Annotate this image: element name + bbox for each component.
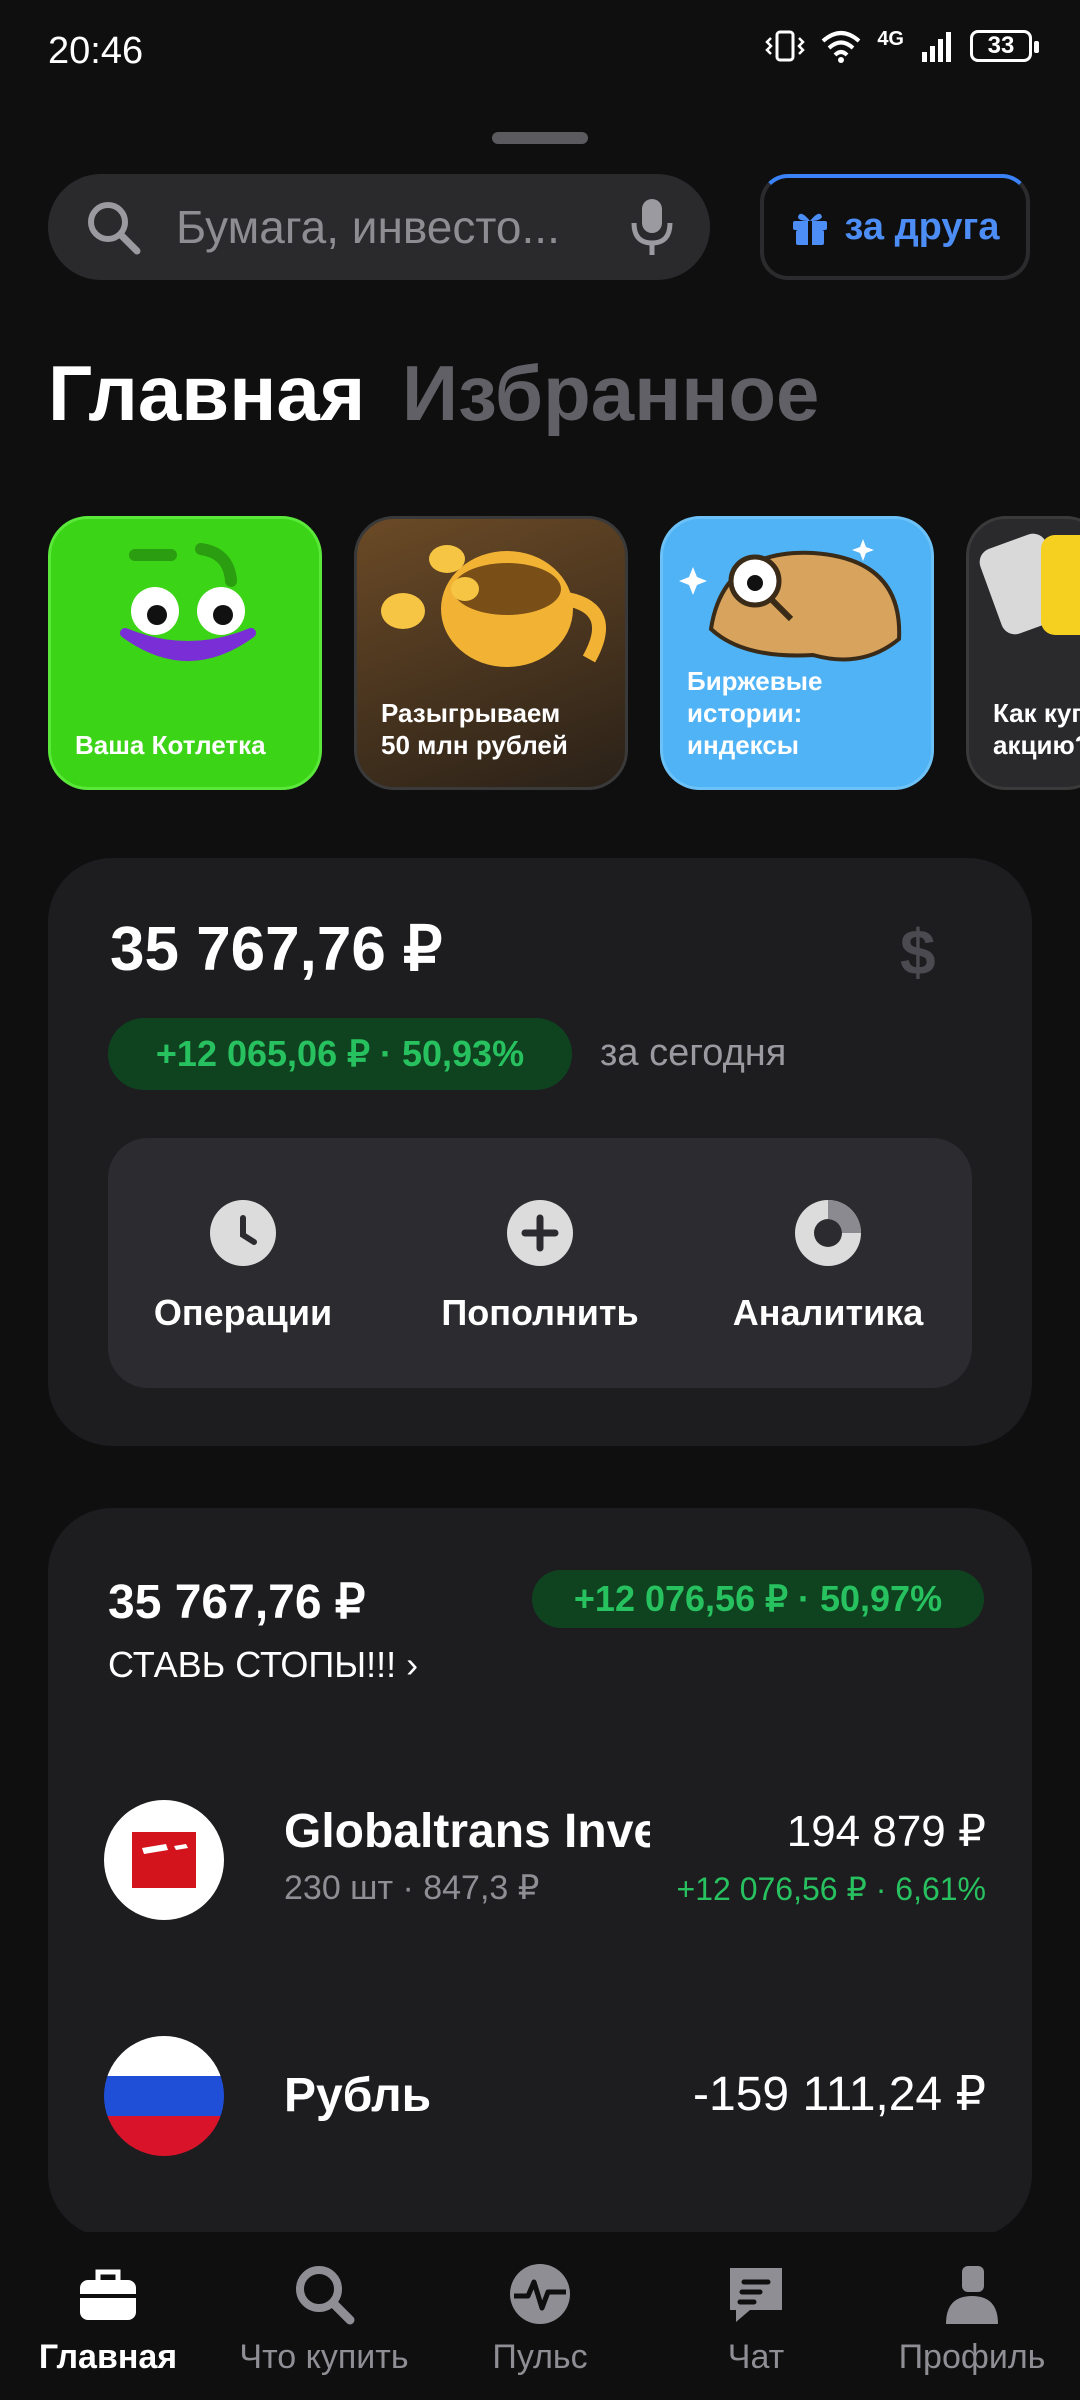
analytics-button[interactable]: Аналитика [713,1200,943,1334]
asset-name: Globaltrans Investment [284,1805,650,1858]
bottom-navigation: Главная Что купить Пульс Чат Профиль [0,2232,1080,2400]
asset-row[interactable]: Рубль -159 111,24 ₽ [48,2022,1032,2172]
search-icon [88,202,141,255]
nav-label: Главная [38,2338,178,2376]
story-label: Как купить акцию? [993,698,1080,760]
invite-friend-button[interactable]: за друга [760,174,1030,280]
globaltrans-logo-icon [104,1800,224,1920]
russia-flag-icon [104,2036,224,2156]
story-label: Разыгрываем 50 млн рублей [381,698,568,760]
story-label: Биржевые истории: индексы [687,666,823,760]
signal-icon [922,32,951,62]
invite-friend-label: за друга [844,205,1000,248]
story-card-buy-stock[interactable]: Как купить акцию? [966,516,1080,790]
story-card-indices[interactable]: Биржевые истории: индексы [660,516,934,790]
search-input[interactable]: Бумага, инвесто... [48,174,710,280]
account-total: 35 767,76 ₽ [108,1576,366,1629]
plus-icon [507,1200,573,1266]
asset-value: -159 111,24 ₽ [693,2068,986,2121]
nav-what-to-buy[interactable]: Что купить [216,2262,432,2377]
account-change-badge: +12 076,56 ₽ · 50,97% [532,1570,984,1628]
briefcase-icon [76,2262,140,2326]
donut-chart-icon [795,1200,861,1266]
status-time: 20:46 [48,30,144,72]
profile-icon [940,2262,1004,2326]
network-label: 4G [877,28,904,50]
top-up-button[interactable]: Пополнить [425,1200,655,1334]
nav-profile[interactable]: Профиль [864,2262,1080,2377]
gift-icon [793,213,828,245]
nav-pulse[interactable]: Пульс [432,2262,648,2377]
today-label: за сегодня [600,1032,787,1074]
battery-icon: 33 [970,30,1039,62]
vibrate-icon [765,30,806,62]
operations-button[interactable]: Операции [128,1200,358,1334]
battery-level: 33 [987,32,1015,59]
quick-actions: Операции Пополнить Аналитика [108,1138,972,1388]
nav-label: Чат [727,2338,785,2376]
top-up-label: Пополнить [441,1292,639,1333]
story-label: Ваша Котлетка [75,730,266,760]
status-icons: 4G 33 [765,28,1039,64]
nav-label: Пульс [492,2338,588,2376]
story-card-prize[interactable]: Разыгрываем 50 млн рублей [354,516,628,790]
tab-main[interactable]: Главная [48,348,365,439]
nav-chat[interactable]: Чат [648,2262,864,2377]
asset-value: 194 879 ₽ [786,1807,986,1856]
search-icon [292,2262,356,2326]
microphone-icon[interactable] [630,197,674,257]
story-card-kotletka[interactable]: Ваша Котлетка [48,516,322,790]
drag-handle[interactable] [492,132,588,144]
asset-quantity-price: 230 шт · 847,3 ₽ [284,1869,540,1907]
operations-label: Операции [153,1292,333,1333]
nav-label: Профиль [898,2338,1046,2376]
wifi-icon [821,31,861,63]
chat-icon [724,2262,788,2326]
tab-favorites[interactable]: Избранное [402,348,819,439]
clock-icon [210,1200,276,1266]
pulse-icon [508,2262,572,2326]
asset-name: Рубль [284,2069,432,2122]
asset-change: +12 076,56 ₽ · 6,61% [676,1871,986,1907]
nav-main[interactable]: Главная [0,2262,216,2377]
nav-label: Что купить [239,2338,409,2376]
analytics-label: Аналитика [732,1292,924,1333]
search-placeholder: Бумага, инвесто... [176,201,560,253]
today-change-badge: +12 065,06 ₽ · 50,93% [108,1018,572,1090]
currency-dollar-icon[interactable]: $ [900,915,936,989]
asset-row[interactable]: Globaltrans Investment 230 шт · 847,3 ₽ … [48,1780,1032,1930]
account-name-link[interactable]: СТАВЬ СТОПЫ!!! › [108,1644,418,1686]
portfolio-total: 35 767,76 ₽ [110,915,443,984]
